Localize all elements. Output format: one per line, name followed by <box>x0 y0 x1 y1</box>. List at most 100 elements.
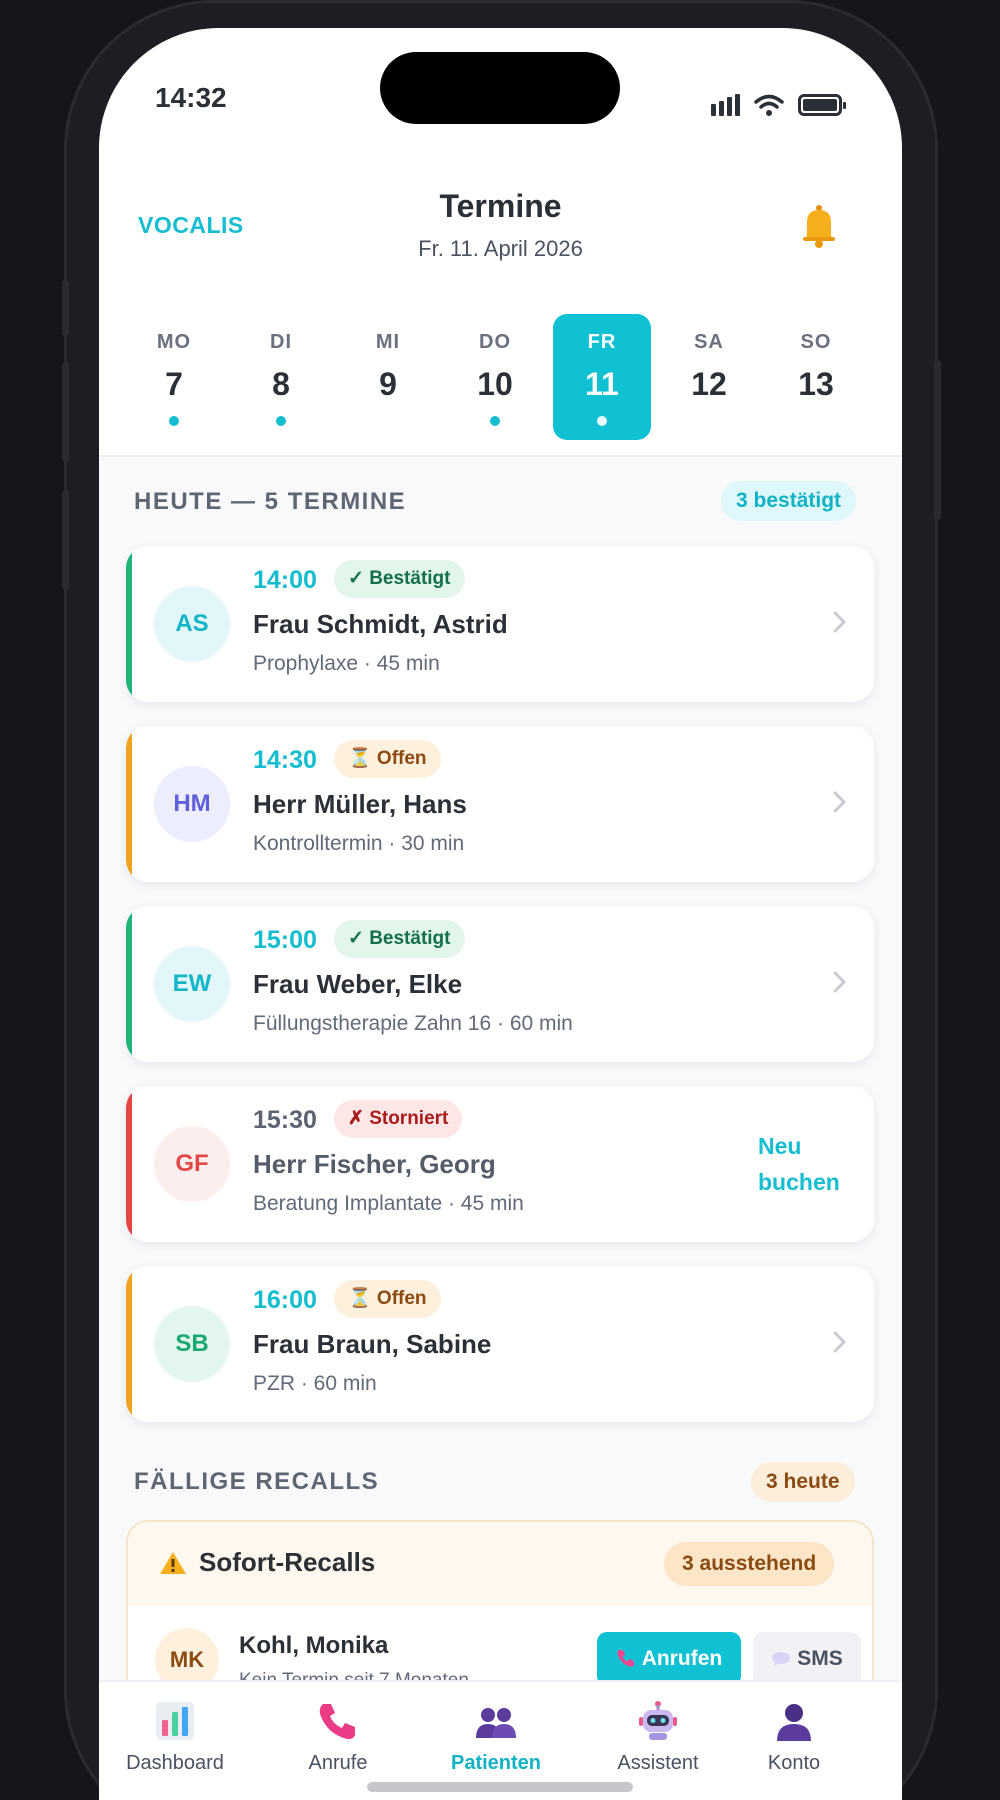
day-number: 8 <box>272 366 290 402</box>
appointment-dot <box>169 416 179 426</box>
rebook-button[interactable]: Neu buchen <box>758 1128 840 1200</box>
rebook-label-line2: buchen <box>758 1169 840 1195</box>
robot-icon <box>639 1701 677 1740</box>
page-title: Termine <box>439 188 562 224</box>
recall-panel-header[interactable]: Sofort-Recalls 3 ausstehend <box>128 1522 872 1606</box>
phone-icon <box>617 1650 634 1667</box>
avatar: AS <box>154 586 230 662</box>
status-time: 14:32 <box>155 82 227 113</box>
rebook-label-line1: Neu <box>758 1133 802 1159</box>
day-number: 12 <box>691 366 727 402</box>
day-friday-selected[interactable]: FR 11 <box>553 314 651 440</box>
day-wednesday[interactable]: MI 9 <box>339 314 437 440</box>
day-number: 13 <box>798 366 834 402</box>
status-badge: ✓ Bestätigt <box>334 560 465 598</box>
avatar: EW <box>154 946 230 1022</box>
tab-patienten[interactable]: Patienten <box>421 1700 571 1775</box>
appointment-detail: PZR · 60 min <box>253 1372 377 1395</box>
chevron-right-icon[interactable] <box>832 1328 848 1356</box>
dynamic-island <box>380 52 620 124</box>
recalls-today-badge: 3 heute <box>751 1462 855 1502</box>
signal-icon <box>711 94 740 116</box>
day-number: 10 <box>477 366 513 402</box>
appointment-detail: Beratung Implantate · 45 min <box>253 1192 524 1215</box>
tab-label: Assistent <box>617 1752 699 1774</box>
appointment-card[interactable]: HM 14:30 ⏳ Offen Herr Müller, Hans Kontr… <box>126 726 874 882</box>
tab-konto[interactable]: Konto <box>719 1700 869 1775</box>
pending-count-badge: 3 ausstehend <box>664 1542 835 1586</box>
appointment-dot <box>276 416 286 426</box>
app-screen: 14:32 VOCALIS Termine Fr. 11. April 2026… <box>99 28 902 1800</box>
tab-dashboard[interactable]: Dashboard <box>100 1700 250 1775</box>
tab-label: Konto <box>767 1752 821 1774</box>
avatar: SB <box>154 1306 230 1382</box>
avatar: GF <box>154 1126 230 1202</box>
tab-label: Dashboard <box>126 1752 224 1774</box>
status-badge: ✓ Bestätigt <box>334 920 465 958</box>
status-badge: ⏳ Offen <box>334 1280 441 1318</box>
day-number: 7 <box>165 366 183 402</box>
chevron-right-icon[interactable] <box>832 968 848 996</box>
page-date: Fr. 11. April 2026 <box>418 236 583 261</box>
appointment-detail: Kontrolltermin · 30 min <box>253 832 465 855</box>
appointment-dot <box>490 416 500 426</box>
appointment-time: 16:00 <box>253 1286 317 1314</box>
day-number: 11 <box>585 366 619 402</box>
phone-icon <box>319 1704 355 1740</box>
home-indicator[interactable] <box>367 1782 633 1792</box>
day-sunday[interactable]: SO 13 <box>767 314 865 440</box>
day-number: 9 <box>379 366 397 402</box>
patient-name: Herr Müller, Hans <box>253 789 467 819</box>
appointment-card[interactable]: AS 14:00 ✓ Bestätigt Frau Schmidt, Astri… <box>126 546 874 702</box>
appointment-card[interactable]: GF 15:30 ✗ Storniert Herr Fischer, Georg… <box>126 1086 874 1242</box>
tab-assistent[interactable]: Assistent <box>583 1700 733 1775</box>
day-monday[interactable]: MO 7 <box>125 314 223 440</box>
appointment-time: 15:30 <box>253 1106 317 1134</box>
warning-icon <box>160 1552 186 1574</box>
day-name: DI <box>270 331 292 353</box>
sms-button[interactable]: SMS <box>753 1632 861 1686</box>
sms-button-label: SMS <box>797 1647 843 1670</box>
call-button[interactable]: Anrufen <box>597 1632 741 1686</box>
day-saturday[interactable]: SA 12 <box>660 314 758 440</box>
recall-patient-name: Kohl, Monika <box>239 1632 389 1659</box>
status-icons <box>711 94 846 116</box>
status-badge: ✗ Storniert <box>334 1100 463 1138</box>
patient-name: Frau Weber, Elke <box>253 969 463 999</box>
status-bar-cancelled <box>126 1086 132 1242</box>
chevron-right-icon[interactable] <box>832 608 848 636</box>
appointment-detail: Prophylaxe · 45 min <box>253 652 440 675</box>
day-name: SA <box>694 331 724 353</box>
bell-icon[interactable] <box>799 204 839 248</box>
patient-name: Herr Fischer, Georg <box>253 1149 496 1179</box>
tab-label: Patienten <box>450 1752 542 1774</box>
confirmed-count-badge: 3 bestätigt <box>721 481 857 521</box>
patient-name: Frau Braun, Sabine <box>253 1329 492 1359</box>
appointment-time: 14:30 <box>253 746 317 774</box>
day-tuesday[interactable]: DI 8 <box>232 314 330 440</box>
call-button-label: Anrufen <box>641 1647 723 1670</box>
appointment-dot <box>597 416 607 426</box>
day-thursday[interactable]: DO 10 <box>446 314 544 440</box>
appointment-time: 14:00 <box>253 566 317 594</box>
status-bar-open <box>126 726 132 882</box>
week-strip: MO 7 DI 8 MI 9 DO 10 FR 11 SA 12 SO 13 <box>125 314 875 440</box>
appointment-card[interactable]: SB 16:00 ⏳ Offen Frau Braun, Sabine PZR … <box>126 1266 874 1422</box>
today-section-title: HEUTE — 5 TERMINE <box>134 488 407 515</box>
battery-icon <box>798 94 846 116</box>
avatar: HM <box>154 766 230 842</box>
day-name: DO <box>479 331 511 353</box>
tab-anrufe[interactable]: Anrufe <box>263 1700 413 1775</box>
wifi-icon <box>754 94 784 116</box>
appointment-time: 15:00 <box>253 926 317 954</box>
phone-side-button <box>62 280 69 336</box>
status-badge: ⏳ Offen <box>334 740 441 778</box>
chevron-right-icon[interactable] <box>832 788 848 816</box>
recalls-section-title: FÄLLIGE RECALLS <box>134 1468 380 1495</box>
status-bar-open <box>126 1266 132 1422</box>
appointment-card[interactable]: EW 15:00 ✓ Bestätigt Frau Weber, Elke Fü… <box>126 906 874 1062</box>
phone-side-button <box>934 360 941 520</box>
day-name: SO <box>800 331 832 353</box>
day-name: FR <box>587 331 617 353</box>
status-bar-confirmed <box>126 546 132 702</box>
